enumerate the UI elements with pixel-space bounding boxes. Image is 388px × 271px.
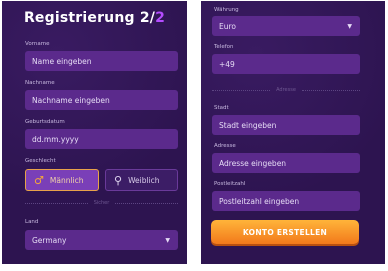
- land-value: Germany: [32, 235, 67, 245]
- adresse-label: Adresse: [214, 143, 236, 149]
- waehrung-select[interactable]: Euro ▼: [212, 16, 360, 36]
- land-select[interactable]: Germany ▼: [25, 230, 178, 250]
- gender-male-label: Männlich: [49, 175, 84, 185]
- waehrung-value: Euro: [219, 21, 236, 31]
- stadt-label: Stadt: [214, 105, 229, 111]
- waehrung-label: Währung: [214, 7, 239, 13]
- nachname-input[interactable]: Nachname eingeben: [25, 90, 178, 110]
- registration-panel-step-left: Registrierung 2/2 Vorname Name eingeben …: [2, 1, 187, 264]
- telefon-label: Telefon: [214, 44, 234, 50]
- geschlecht-label: Geschlecht: [25, 158, 56, 164]
- telefon-input[interactable]: +49: [212, 54, 360, 74]
- title-current-step: 2: [139, 10, 150, 26]
- adresse-input[interactable]: Adresse eingeben: [212, 153, 360, 173]
- title-total-steps: 2: [155, 10, 166, 26]
- postleitzahl-input[interactable]: Postleitzahl eingeben: [212, 191, 360, 211]
- gender-option-female[interactable]: ⚲ Weiblich: [105, 169, 178, 191]
- gender-female-label: Weiblich: [128, 175, 160, 185]
- geburtsdatum-label: Geburtsdatum: [25, 119, 65, 125]
- divider-label: Adresse: [276, 87, 296, 93]
- stadt-input[interactable]: Stadt eingeben: [212, 115, 360, 135]
- male-symbol-icon: ♂: [34, 173, 44, 187]
- title-text: Registrierung: [23, 10, 135, 26]
- geburtsdatum-input[interactable]: dd.mm.yyyy: [25, 129, 178, 149]
- search-icon: ⚲: [114, 173, 123, 187]
- section-divider: Sicher: [25, 200, 178, 206]
- chevron-down-icon: ▼: [165, 236, 170, 244]
- vorname-label: Vorname: [25, 41, 50, 47]
- divider-label: Sicher: [93, 200, 110, 206]
- nachname-label: Nachname: [25, 80, 55, 86]
- address-divider: Adresse: [212, 87, 361, 93]
- vorname-input[interactable]: Name eingeben: [25, 51, 178, 71]
- land-label: Land: [25, 219, 39, 225]
- postleitzahl-label: Postleitzahl: [214, 181, 246, 187]
- page-title: Registrierung 2/2: [2, 10, 187, 26]
- create-account-button[interactable]: KONTO ERSTELLEN: [211, 220, 359, 244]
- chevron-down-icon: ▼: [347, 22, 352, 30]
- gender-option-male[interactable]: ♂ Männlich: [25, 169, 99, 191]
